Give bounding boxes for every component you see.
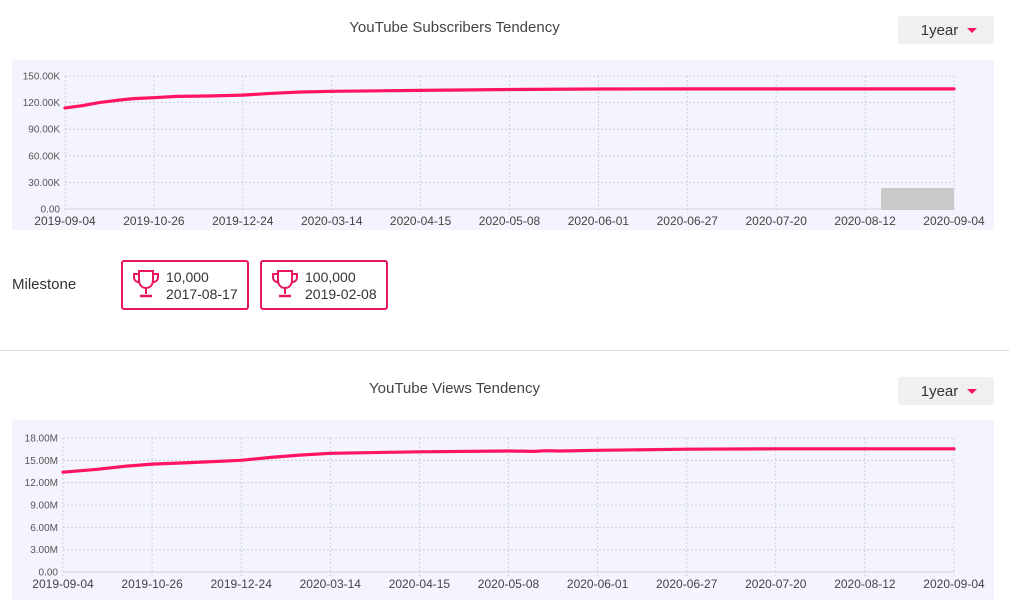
x-tick-label: 2020-09-04 [923, 577, 985, 591]
x-tick-label: 2019-12-24 [212, 214, 274, 228]
milestone-value: 100,000 [305, 269, 356, 285]
x-tick-label: 2019-09-04 [32, 577, 94, 591]
x-tick-label: 2019-12-24 [211, 577, 273, 591]
x-tick-label: 2020-06-27 [656, 577, 718, 591]
chevron-down-icon [967, 389, 978, 394]
plot-area [12, 420, 994, 600]
x-tick-label: 2020-08-12 [834, 214, 896, 228]
y-tick-label: 150.00K [23, 72, 61, 83]
subscribers-line-chart: 0.0030.00K60.00K90.00K120.00K150.00K2019… [12, 60, 994, 230]
views-section: YouTube Views Tendency 1year 0.00 3.00M 6.… [0, 351, 1009, 603]
x-tick-label: 2020-06-01 [567, 577, 629, 591]
milestone-date: 2017-08-17 [166, 286, 238, 302]
x-tick-label: 2020-06-01 [568, 214, 630, 228]
zoom-brush-handle[interactable] [881, 188, 954, 210]
y-tick-label: 18.00M [25, 434, 58, 445]
x-tick-label: 2019-10-26 [121, 577, 183, 591]
views-period-dropdown[interactable]: 1year [898, 377, 994, 405]
trophy-icon [272, 270, 298, 298]
y-tick-label: 90.00K [28, 125, 60, 136]
x-tick-label: 2020-07-20 [745, 577, 807, 591]
y-tick-label: 120.00K [23, 98, 61, 109]
plot-area [12, 60, 994, 230]
y-tick-label: 3.00M [30, 545, 58, 556]
milestone-badge: 100,000 2019-02-08 [260, 260, 388, 310]
milestone-value: 10,000 [166, 269, 209, 285]
x-tick-label: 2020-04-15 [390, 214, 452, 228]
x-tick-label: 2020-05-08 [479, 214, 541, 228]
x-tick-label: 2020-09-04 [923, 214, 985, 228]
views-period-label: 1year [920, 382, 959, 400]
x-tick-label: 2020-03-14 [300, 577, 362, 591]
subscribers-period-dropdown[interactable]: 1year [898, 16, 994, 44]
x-tick-label: 2020-05-08 [478, 577, 540, 591]
trophy-icon [133, 270, 159, 298]
y-tick-label: 15.00M [25, 456, 58, 467]
x-tick-label: 2019-09-04 [34, 214, 96, 228]
y-tick-label: 12.00M [25, 478, 58, 489]
y-tick-label: 6.00M [30, 523, 58, 534]
x-tick-label: 2019-10-26 [123, 214, 185, 228]
y-tick-label: 60.00K [28, 151, 60, 162]
x-tick-label: 2020-06-27 [657, 214, 719, 228]
x-tick-label: 2020-04-15 [389, 577, 451, 591]
chevron-down-icon [967, 28, 978, 33]
x-tick-label: 2020-03-14 [301, 214, 363, 228]
x-tick-label: 2020-07-20 [746, 214, 808, 228]
y-tick-label: 30.00K [28, 178, 60, 189]
subscribers-section: YouTube Subscribers Tendency 1year 0.00 3… [0, 0, 1009, 350]
subscribers-chart-title: YouTube Subscribers Tendency [349, 19, 560, 36]
milestone-badge: 10,000 2017-08-17 [121, 260, 249, 310]
y-tick-label: 9.00M [30, 501, 58, 512]
views-chart-title: YouTube Views Tendency [369, 380, 540, 397]
views-line-chart: 0.003.00M6.00M9.00M12.00M15.00M18.00M201… [12, 420, 994, 600]
milestone-label: Milestone [12, 276, 77, 293]
milestone-date: 2019-02-08 [305, 286, 377, 302]
subscribers-period-label: 1year [920, 21, 959, 39]
x-tick-label: 2020-08-12 [834, 577, 896, 591]
